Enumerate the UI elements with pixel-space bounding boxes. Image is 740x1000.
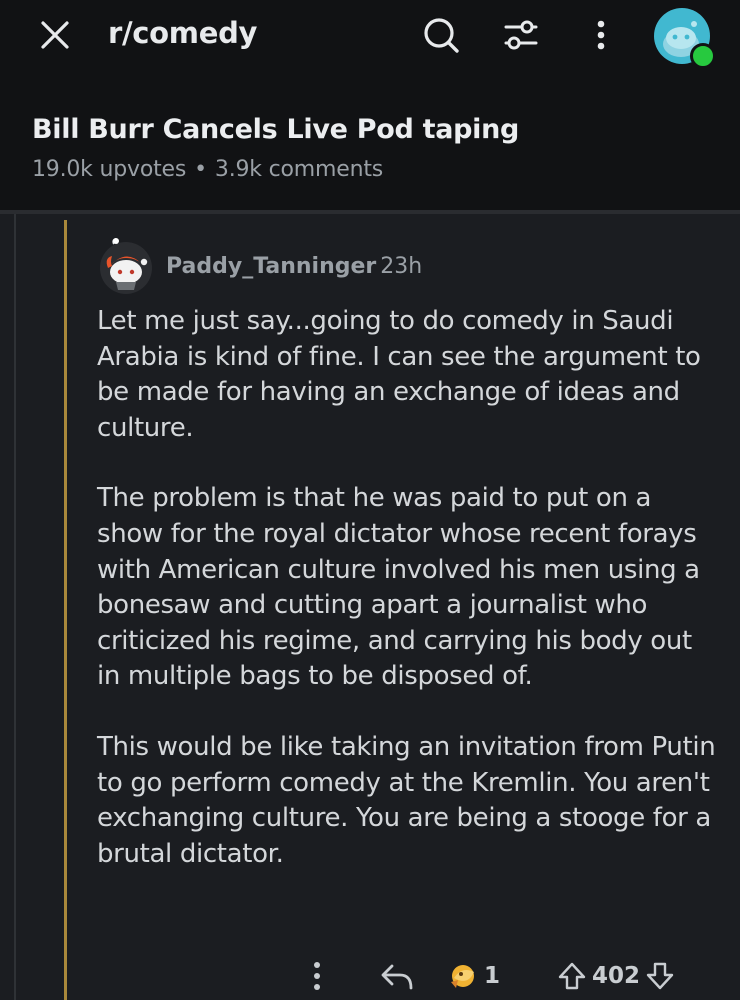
comment-age: 23h (380, 254, 423, 279)
comment-meta: Paddy_Tanninger 23h (166, 254, 422, 279)
post-title[interactable]: Bill Burr Cancels Live Pod taping (32, 114, 519, 145)
comment-paragraph: The problem is that he was paid to put o… (97, 483, 700, 692)
award-count: 1 (484, 963, 501, 989)
close-icon[interactable] (38, 18, 72, 52)
comment-more-icon[interactable] (300, 958, 334, 994)
thread-line[interactable] (64, 220, 67, 1000)
upvote-icon[interactable] (556, 960, 588, 992)
search-icon[interactable] (420, 14, 462, 56)
more-vertical-icon[interactable] (580, 14, 622, 56)
vote-controls: 402 (556, 958, 690, 994)
online-status-dot (690, 43, 716, 69)
app-header: r/comedy Bill Burr Cancels Live Pod tapi… (0, 0, 740, 210)
award-button[interactable]: 1 (448, 958, 508, 994)
parent-thread-line[interactable] (14, 214, 16, 1000)
post-meta: 19.0k upvotes • 3.9k comments (32, 157, 383, 182)
meta-separator: • (194, 157, 207, 182)
upvote-count: 19.0k upvotes (32, 157, 187, 182)
header-divider (0, 210, 740, 214)
award-icon (451, 965, 474, 988)
comment-paragraph: Let me just say...going to do comedy in … (97, 306, 701, 443)
comment-paragraph: This would be like taking an invitation … (97, 731, 716, 869)
comment-count: 3.9k comments (214, 157, 384, 182)
reply-icon[interactable] (378, 958, 416, 994)
comment-author[interactable]: Paddy_Tanninger (166, 254, 376, 279)
subreddit-name[interactable]: r/comedy (108, 16, 257, 50)
comment-body: Let me just say...going to do comedy in … (97, 304, 722, 907)
comment-score: 402 (592, 963, 641, 989)
filter-icon[interactable] (500, 14, 542, 56)
commenter-avatar[interactable] (98, 238, 154, 294)
downvote-icon[interactable] (644, 960, 676, 992)
